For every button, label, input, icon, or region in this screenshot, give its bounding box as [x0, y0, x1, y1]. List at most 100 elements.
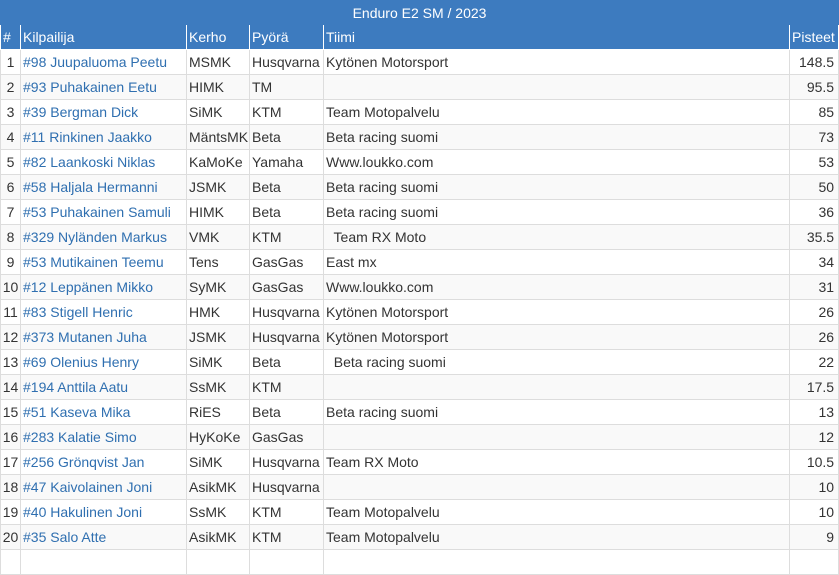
column-header-points[interactable]: Pisteet [788, 24, 839, 50]
rank-cell: 14 [0, 374, 21, 400]
rank-cell: 13 [0, 349, 21, 375]
club-cell: HIMK [186, 199, 250, 225]
rider-link[interactable]: #11 Rinkinen Jaakko [23, 129, 152, 145]
empty-cell [323, 549, 790, 575]
rider-link[interactable]: #35 Salo Atte [23, 529, 106, 545]
club-cell: VMK [186, 224, 250, 250]
rider-cell: #83 Stigell Henric [20, 299, 187, 325]
team-cell: Team Motopalvelu [323, 99, 790, 125]
team-cell: Beta racing suomi [323, 124, 790, 150]
points-cell: 22 [788, 349, 839, 375]
rider-link[interactable]: #83 Stigell Henric [23, 304, 133, 320]
column-header-bike[interactable]: Pyörä [249, 24, 324, 50]
rank-cell: 4 [0, 124, 21, 150]
bike-cell: Beta [249, 174, 324, 200]
rank-cell: 3 [0, 99, 21, 125]
rider-link[interactable]: #98 Juupaluoma Peetu [23, 54, 167, 70]
points-cell: 10 [788, 499, 839, 525]
points-cell: 53 [788, 149, 839, 175]
bike-cell: Husqvarna [249, 449, 324, 475]
bike-cell: GasGas [249, 424, 324, 450]
empty-cell [249, 549, 324, 575]
bike-cell: Beta [249, 124, 324, 150]
team-cell: Team Motopalvelu [323, 524, 790, 550]
points-cell: 26 [788, 299, 839, 325]
table-row: 16 #283 Kalatie Simo HyKoKe GasGas 12 [0, 424, 839, 450]
column-header-team[interactable]: Tiimi [323, 24, 790, 50]
rider-link[interactable]: #53 Mutikainen Teemu [23, 254, 164, 270]
table-row: 15 #51 Kaseva Mika RiES Beta Beta racing suo… [0, 399, 839, 425]
bike-cell: Beta [249, 199, 324, 225]
column-header-rank[interactable]: # [0, 24, 21, 50]
table-row: 17 #256 Grönqvist Jan SiMK Husqvarna Team RX… [0, 449, 839, 475]
bike-cell: Husqvarna [249, 474, 324, 500]
table-row: 9 #53 Mutikainen Teemu Tens GasGas East mx 34 [0, 249, 839, 275]
rider-link[interactable]: #58 Haljala Hermanni [23, 179, 158, 195]
rider-link[interactable]: #373 Mutanen Juha [23, 329, 147, 345]
rider-cell: #47 Kaivolainen Joni [20, 474, 187, 500]
bike-cell: TM [249, 74, 324, 100]
points-cell: 73 [788, 124, 839, 150]
rider-cell: #53 Mutikainen Teemu [20, 249, 187, 275]
rider-cell: #12 Leppänen Mikko [20, 274, 187, 300]
rider-cell: #373 Mutanen Juha [20, 324, 187, 350]
rider-link[interactable]: #194 Anttila Aatu [23, 379, 128, 395]
rider-link[interactable]: #283 Kalatie Simo [23, 429, 137, 445]
bike-cell: GasGas [249, 274, 324, 300]
points-cell: 35.5 [788, 224, 839, 250]
rank-cell: 5 [0, 149, 21, 175]
team-cell: Team RX Moto [323, 449, 790, 475]
club-cell: SiMK [186, 449, 250, 475]
rider-cell: #82 Laankoski Niklas [20, 149, 187, 175]
rider-link[interactable]: #40 Hakulinen Joni [23, 504, 142, 520]
column-header-club[interactable]: Kerho [186, 24, 250, 50]
rider-link[interactable]: #69 Olenius Henry [23, 354, 139, 370]
bike-cell: KTM [249, 224, 324, 250]
rank-cell: 20 [0, 524, 21, 550]
bike-cell: Husqvarna [249, 324, 324, 350]
bike-cell: Beta [249, 349, 324, 375]
rider-link[interactable]: #12 Leppänen Mikko [23, 279, 153, 295]
team-cell: Www.loukko.com [323, 149, 790, 175]
points-cell: 36 [788, 199, 839, 225]
rider-cell: #329 Nyländen Markus [20, 224, 187, 250]
rider-link[interactable]: #82 Laankoski Niklas [23, 154, 155, 170]
club-cell: MäntsMK [186, 124, 250, 150]
team-cell [323, 474, 790, 500]
club-cell: MSMK [186, 49, 250, 75]
club-cell: SiMK [186, 99, 250, 125]
rider-cell: #194 Anttila Aatu [20, 374, 187, 400]
table-row: 19 #40 Hakulinen Joni SsMK KTM Team Motopalv… [0, 499, 839, 525]
rider-link[interactable]: #93 Puhakainen Eetu [23, 79, 157, 95]
rider-cell: #39 Bergman Dick [20, 99, 187, 125]
rider-link[interactable]: #51 Kaseva Mika [23, 404, 130, 420]
points-cell: 10.5 [788, 449, 839, 475]
rider-cell: #35 Salo Atte [20, 524, 187, 550]
points-cell: 85 [788, 99, 839, 125]
table-row: 3 #39 Bergman Dick SiMK KTM Team Motopalvelu… [0, 99, 839, 125]
rider-cell: #53 Puhakainen Samuli [20, 199, 187, 225]
team-cell: Beta racing suomi [323, 349, 790, 375]
column-header-rider[interactable]: Kilpailija [20, 24, 187, 50]
table-row: 13 #69 Olenius Henry SiMK Beta Beta racing … [0, 349, 839, 375]
rider-link[interactable]: #47 Kaivolainen Joni [23, 479, 152, 495]
team-cell: Kytönen Motorsport [323, 299, 790, 325]
rider-cell: #69 Olenius Henry [20, 349, 187, 375]
rank-cell: 6 [0, 174, 21, 200]
club-cell: KaMoKe [186, 149, 250, 175]
rider-link[interactable]: #256 Grönqvist Jan [23, 454, 144, 470]
table-row: 12 #373 Mutanen Juha JSMK Husqvarna Kytönen … [0, 324, 839, 350]
club-cell: Tens [186, 249, 250, 275]
rider-link[interactable]: #329 Nyländen Markus [23, 229, 167, 245]
rank-cell: 15 [0, 399, 21, 425]
rank-cell: 18 [0, 474, 21, 500]
rider-link[interactable]: #53 Puhakainen Samuli [23, 204, 171, 220]
team-cell: Www.loukko.com [323, 274, 790, 300]
rider-cell: #51 Kaseva Mika [20, 399, 187, 425]
points-cell: 26 [788, 324, 839, 350]
rider-link[interactable]: #39 Bergman Dick [23, 104, 138, 120]
rank-cell: 11 [0, 299, 21, 325]
club-cell: HIMK [186, 74, 250, 100]
team-cell [323, 74, 790, 100]
team-cell [323, 374, 790, 400]
